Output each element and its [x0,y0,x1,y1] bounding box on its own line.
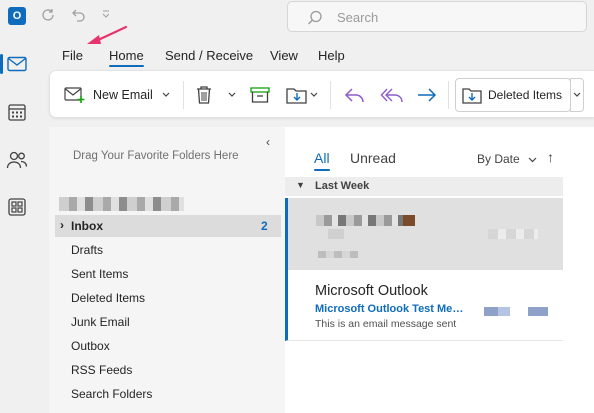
chevron-right-icon[interactable]: › [60,218,64,232]
tab-file[interactable]: File [62,48,83,63]
chevron-down-icon [528,157,537,163]
mail-icon [7,56,27,72]
apps-icon [8,198,26,216]
folder-inbox[interactable]: › Inbox 2 [55,215,281,237]
message-row[interactable]: Microsoft Outlook Microsoft Outlook Test… [285,270,563,341]
folder-deleted-items[interactable]: Deleted Items [71,291,145,305]
ribbon-divider [183,81,184,109]
group-header[interactable]: ▼ Last Week [285,177,563,196]
ribbon-divider [330,81,331,109]
chevron-down-icon[interactable]: ▼ [296,180,305,190]
quick-steps-dropdown[interactable] [570,78,584,112]
chevron-down-icon [573,92,581,97]
folder-junk-email[interactable]: Junk Email [71,315,130,329]
archive-button[interactable] [250,80,270,110]
rail-apps[interactable] [3,193,31,221]
search-icon [308,10,322,25]
message-preview: This is an email message sent [315,318,457,330]
rail-calendar[interactable] [3,98,31,126]
new-email-icon [64,87,85,103]
unread-count-badge: 2 [261,219,268,233]
calendar-icon [8,104,26,121]
forward-button[interactable] [416,80,438,110]
message-sender: Microsoft Outlook [315,283,428,299]
outlook-logo-icon: O [8,7,26,25]
tab-help[interactable]: Help [318,48,345,63]
filter-unread-tab[interactable]: Unread [350,150,396,166]
annotation-arrow-icon [87,25,128,44]
new-email-button[interactable]: New Email [64,80,153,110]
navigation-rail [0,36,34,413]
search-box[interactable]: Search [287,1,587,32]
ribbon-divider [448,81,449,109]
tab-view[interactable]: View [270,48,298,63]
reply-button[interactable] [344,80,366,110]
sort-by-dropdown[interactable]: By Date [477,152,537,166]
collapse-pane-icon[interactable]: ‹ [266,135,270,149]
message-subject: Microsoft Outlook Test Message [315,303,467,315]
delete-dropdown[interactable] [228,80,236,110]
folder-search-folders[interactable]: Search Folders [71,387,152,401]
new-email-dropdown[interactable] [162,80,170,110]
rail-people[interactable] [3,146,31,174]
search-input[interactable]: Search [337,10,378,25]
move-to-folder-icon [286,88,307,104]
tab-send-receive[interactable]: Send / Receive [165,48,253,63]
rail-mail[interactable] [0,50,31,78]
folder-drafts[interactable]: Drafts [71,243,103,257]
sort-order-arrow-icon[interactable]: ↑ [547,149,554,165]
message-list: All Unread By Date ↑ ▼ Last Week Microso… [285,127,594,413]
reply-icon [344,88,364,103]
chevron-down-icon [310,92,318,97]
chevron-down-icon [228,92,236,97]
redacted-sender [316,215,412,226]
reply-all-icon [380,88,403,103]
people-icon [6,151,28,169]
folder-inbox-label: Inbox [71,219,103,233]
message-row-selected[interactable] [285,198,563,270]
sync-icon[interactable] [38,7,58,27]
chevron-down-icon [162,92,170,97]
folder-rss-feeds[interactable]: RSS Feeds [71,363,132,377]
redacted-date [488,229,538,239]
trash-icon [197,86,211,104]
delete-button[interactable] [195,80,213,110]
redacted-sender-mark [403,215,415,226]
redacted-subject [328,229,344,239]
reply-all-button[interactable] [380,80,404,110]
sort-by-label: By Date [477,152,520,166]
folder-outbox[interactable]: Outbox [71,339,110,353]
group-header-label: Last Week [315,180,370,192]
redacted-account-name[interactable] [59,197,184,211]
folder-pane: ‹ Drag Your Favorite Folders Here › Inbo… [49,127,285,413]
redacted-preview [318,251,358,258]
ribbon-toolbar: New Email Deleted Items [49,70,594,118]
filter-all-tab[interactable]: All [314,150,330,171]
redacted-date [484,307,548,316]
new-email-label: New Email [93,88,153,102]
favorites-drop-hint: Drag Your Favorite Folders Here [73,150,239,162]
move-to-deleted-items-button[interactable]: Deleted Items [455,78,571,112]
tab-home[interactable]: Home [109,48,144,67]
archive-icon [250,87,270,103]
move-button[interactable] [286,80,318,110]
folder-move-icon [462,88,482,104]
forward-icon [418,88,437,102]
move-to-folder-label: Deleted Items [488,88,563,102]
folder-sent-items[interactable]: Sent Items [71,267,128,281]
